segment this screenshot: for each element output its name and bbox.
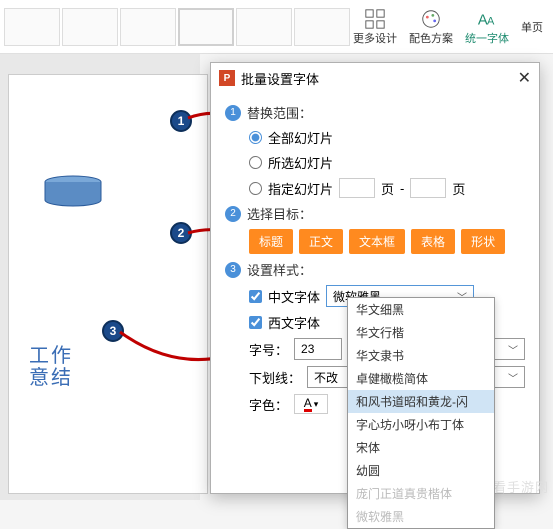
en-font-label: 西文字体: [268, 313, 320, 332]
font-color-label: 字色：: [249, 395, 288, 414]
radio-specify-label: 指定幻灯片: [268, 179, 333, 198]
app-p-icon: P: [219, 70, 235, 86]
section-1-label: 替换范围：: [247, 103, 312, 122]
page-dash: -: [400, 181, 404, 196]
page-sep-2: 页: [452, 179, 465, 198]
cylinder-shape[interactable]: [43, 175, 103, 209]
cn-font-label: 中文字体: [268, 287, 320, 306]
single-page-label: 单页: [521, 19, 543, 35]
radio-specify-slides[interactable]: 指定幻灯片 页 - 页: [249, 178, 525, 198]
radio-selected-slides[interactable]: 所选幻灯片: [249, 153, 525, 172]
font-option[interactable]: 华文行楷: [348, 321, 494, 344]
radio-all-input[interactable]: [249, 131, 262, 144]
font-option[interactable]: 华文隶书: [348, 344, 494, 367]
chevron-down-icon: ▾: [314, 399, 319, 410]
chip-textbox[interactable]: 文本框: [349, 229, 405, 254]
chip-table[interactable]: 表格: [411, 229, 455, 254]
template-thumb-2[interactable]: [62, 8, 118, 46]
radio-all-label: 全部幻灯片: [268, 128, 333, 147]
grid-icon: [364, 8, 386, 30]
dialog-title: 批量设置字体: [241, 69, 319, 88]
dialog-close-button[interactable]: ✕: [518, 68, 531, 88]
template-thumb-4[interactable]: [178, 8, 234, 46]
font-option[interactable]: 卓健橄榄简体: [348, 367, 494, 390]
slide-text-2: 意结: [29, 367, 73, 389]
radio-selected-label: 所选幻灯片: [268, 153, 333, 172]
section-1-header: 1 替换范围：: [225, 103, 525, 122]
chip-body[interactable]: 正文: [299, 229, 343, 254]
font-option-disabled[interactable]: 庞门正道真贵楷体: [348, 482, 494, 505]
color-scheme-label: 配色方案: [409, 30, 453, 46]
batch-font-dialog: P 批量设置字体 ✕ 1 替换范围： 全部幻灯片 所选幻灯片 指定幻灯片 页 -: [210, 62, 540, 494]
more-design-label: 更多设计: [353, 30, 397, 46]
more-design-button[interactable]: 更多设计: [353, 8, 397, 46]
page-from-input[interactable]: [339, 178, 375, 198]
chip-title[interactable]: 标题: [249, 229, 293, 254]
cn-font-checkbox[interactable]: [249, 290, 262, 303]
slide-text-1: 工作: [29, 345, 73, 367]
single-page-button[interactable]: 单页: [521, 8, 543, 46]
color-scheme-button[interactable]: 配色方案: [409, 8, 453, 46]
section-1-num: 1: [225, 105, 241, 121]
section-2-header: 2 选择目标：: [225, 204, 525, 223]
chevron-down-icon: ﹀: [508, 342, 518, 357]
font-option[interactable]: 幼圆: [348, 459, 494, 482]
template-thumb-5[interactable]: [236, 8, 292, 46]
unify-font-label: 统一字体: [465, 30, 509, 46]
slide-text[interactable]: 工作 意结: [29, 345, 73, 389]
page-to-input[interactable]: [410, 178, 446, 198]
template-thumb-3[interactable]: [120, 8, 176, 46]
font-size-label: 字号：: [249, 340, 288, 359]
en-font-checkbox[interactable]: [249, 316, 262, 329]
template-thumb-6[interactable]: [294, 8, 350, 46]
font-size-value: 23: [301, 342, 314, 356]
section-2-num: 2: [225, 206, 241, 222]
font-size-combo[interactable]: 23: [294, 338, 342, 360]
underline-label: 下划线：: [249, 368, 301, 387]
font-aa-icon: AA: [476, 8, 498, 30]
underline-value: 不改: [314, 369, 338, 386]
svg-text:A: A: [487, 15, 495, 27]
palette-icon: [420, 8, 442, 30]
chevron-down-icon: ﹀: [508, 370, 518, 385]
dialog-titlebar: P 批量设置字体 ✕: [211, 63, 539, 93]
font-option-disabled[interactable]: 微软雅黑: [348, 505, 494, 528]
font-color-a-icon: A: [304, 397, 312, 412]
font-dropdown-list[interactable]: 华文细黑 华文行楷 华文隶书 卓健橄榄简体 和风书道昭和黄龙-闪 字心坊小呀小布…: [347, 297, 495, 529]
section-2-label: 选择目标：: [247, 204, 312, 223]
radio-selected-input[interactable]: [249, 156, 262, 169]
font-option[interactable]: 宋体: [348, 436, 494, 459]
unify-font-button[interactable]: AA 统一字体: [465, 8, 509, 46]
template-thumb-1[interactable]: [4, 8, 60, 46]
target-chip-row: 标题 正文 文本框 表格 形状: [225, 229, 525, 254]
chip-shape[interactable]: 形状: [461, 229, 505, 254]
font-option-highlighted[interactable]: 和风书道昭和黄龙-闪: [348, 390, 494, 413]
radio-specify-input[interactable]: [249, 182, 262, 195]
font-color-picker[interactable]: A ▾: [294, 394, 328, 414]
page-sep-1: 页: [381, 179, 394, 198]
font-option[interactable]: 字心坊小呀小布丁体: [348, 413, 494, 436]
font-option[interactable]: 华文细黑: [348, 298, 494, 321]
radio-all-slides[interactable]: 全部幻灯片: [249, 128, 525, 147]
design-toolbar: 更多设计 配色方案 AA 统一字体 单页: [0, 0, 553, 54]
section-3-header: 3 设置样式：: [225, 260, 525, 279]
section-3-label: 设置样式：: [247, 260, 312, 279]
section-3-num: 3: [225, 262, 241, 278]
